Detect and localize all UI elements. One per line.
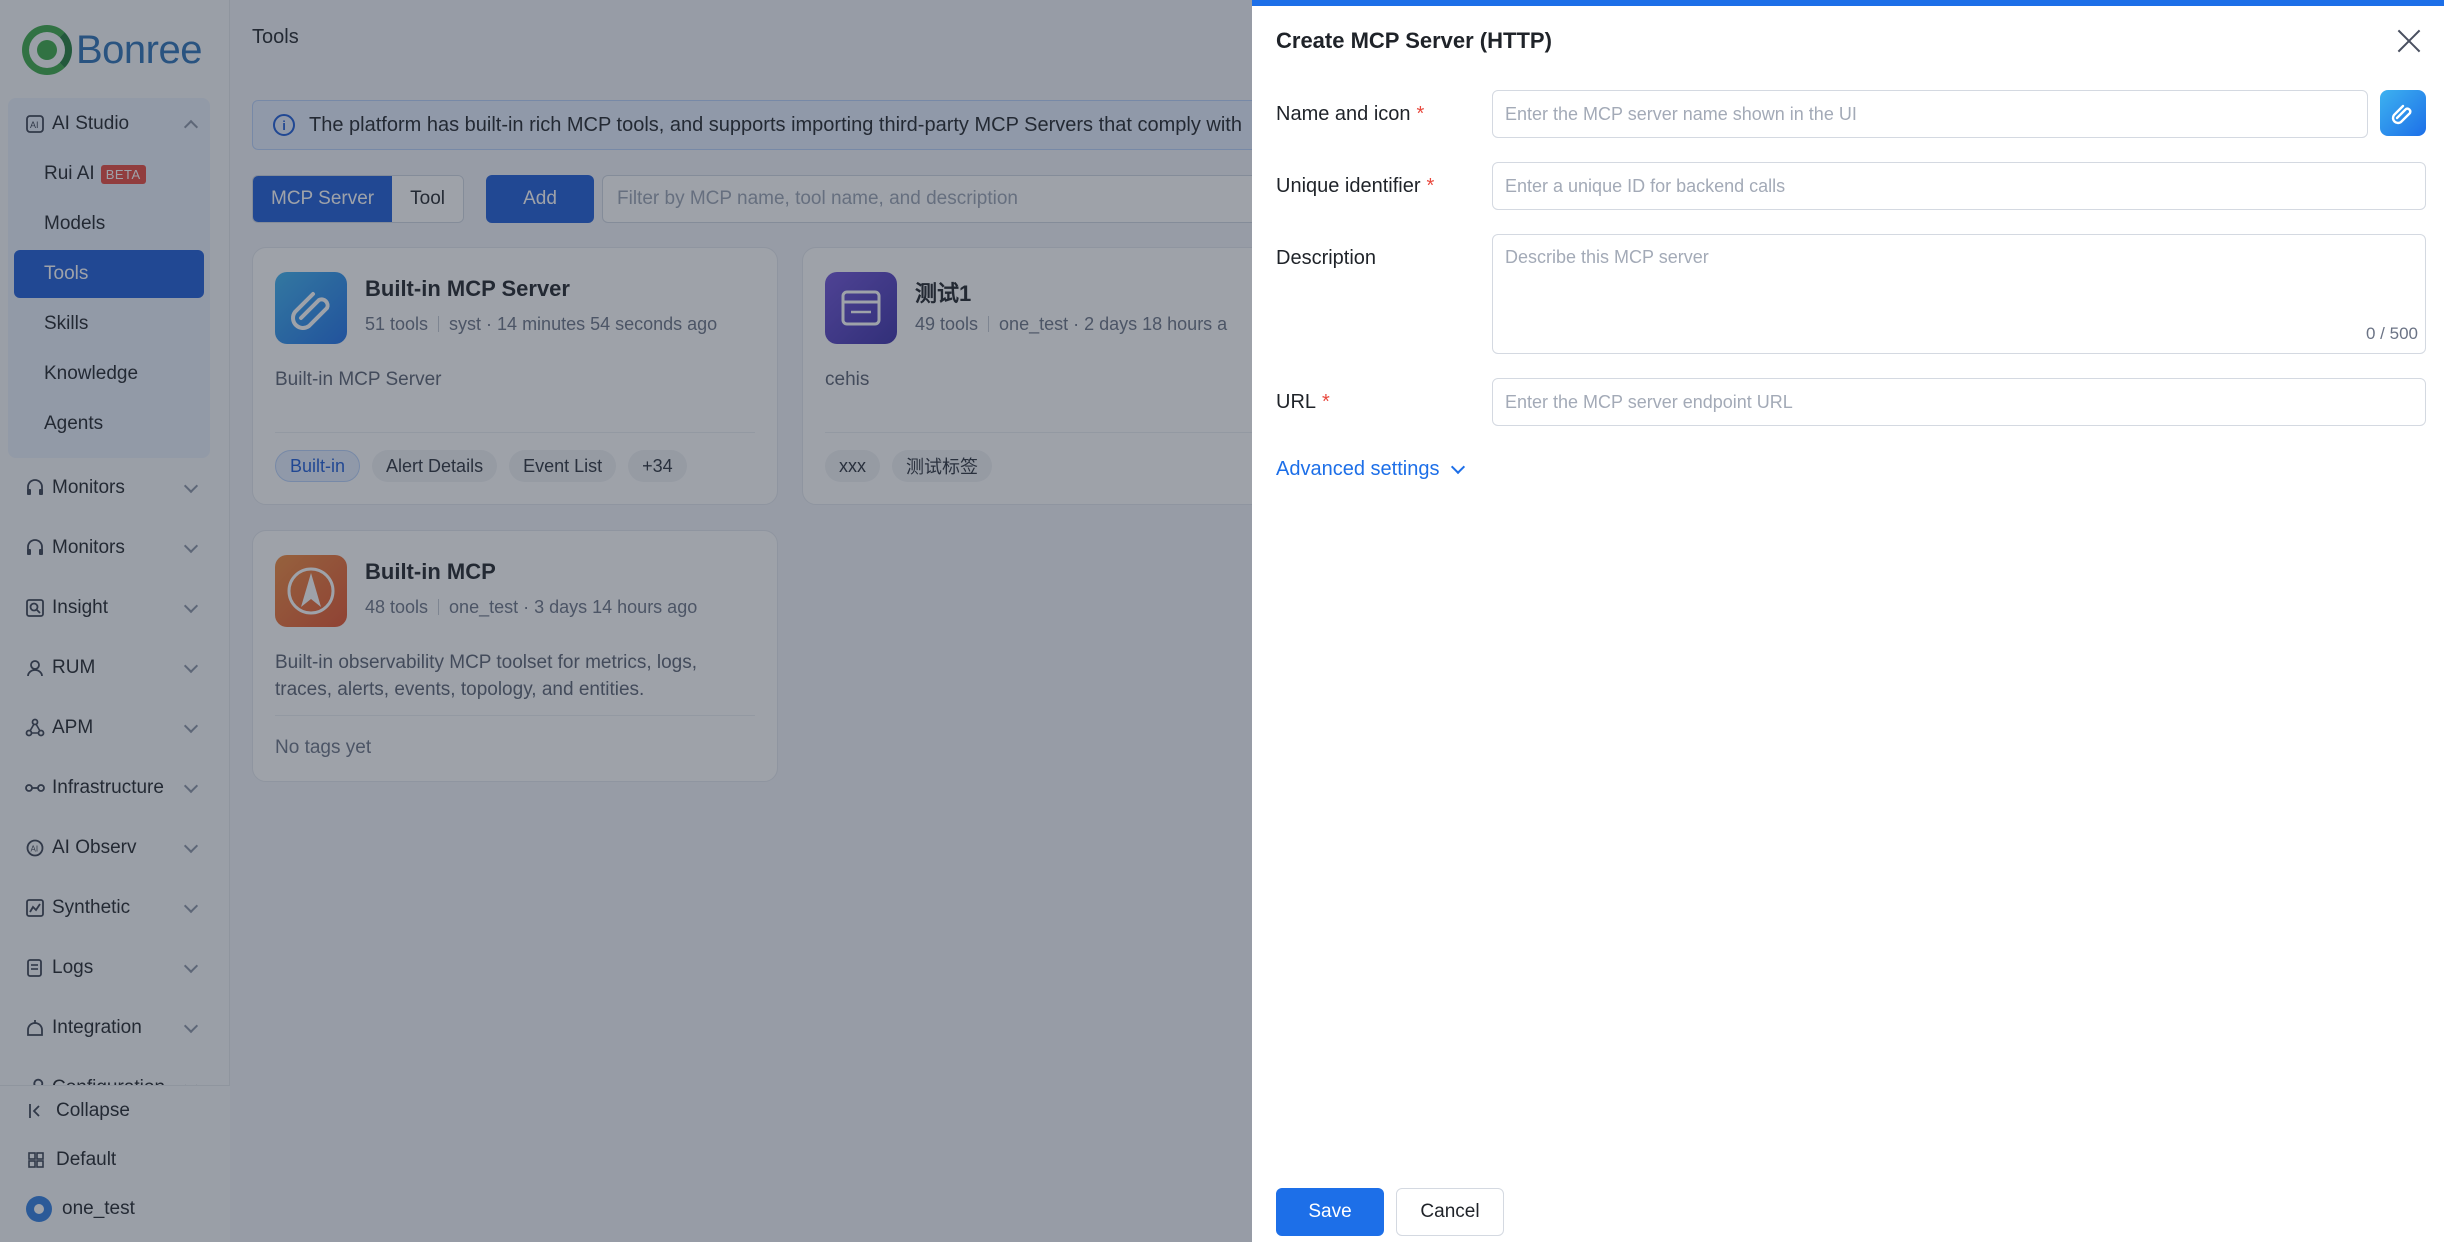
icon-picker-button[interactable] <box>2380 90 2426 136</box>
url-label: URL * <box>1276 391 1330 414</box>
url-input[interactable] <box>1492 378 2426 426</box>
modal-backdrop[interactable] <box>0 0 1252 1242</box>
label-text: Name and icon <box>1276 103 1411 125</box>
save-button[interactable]: Save <box>1276 1188 1384 1236</box>
label-text: Unique identifier <box>1276 175 1421 197</box>
advanced-settings-toggle[interactable]: Advanced settings <box>1276 458 1466 481</box>
create-mcp-drawer: Create MCP Server (HTTP) Name and icon * … <box>1252 0 2444 1242</box>
mcp-logo-icon <box>2391 104 2412 125</box>
drawer-title: Create MCP Server (HTTP) <box>1276 28 1552 53</box>
description-label: Description <box>1276 247 1377 269</box>
cancel-button[interactable]: Cancel <box>1396 1188 1504 1236</box>
description-textarea[interactable] <box>1492 234 2426 354</box>
required-mark: * <box>1416 103 1425 125</box>
id-label: Unique identifier * <box>1276 175 1434 198</box>
required-mark: * <box>1426 175 1435 197</box>
label-text: URL <box>1276 391 1317 413</box>
name-input[interactable] <box>1492 90 2368 138</box>
identifier-input[interactable] <box>1492 162 2426 210</box>
char-counter: 0 / 500 <box>2366 324 2418 343</box>
required-mark: * <box>1322 391 1330 413</box>
close-icon[interactable] <box>2396 28 2422 54</box>
chevron-down-icon <box>1451 459 1466 474</box>
advanced-label: Advanced settings <box>1276 458 1440 480</box>
name-label: Name and icon * <box>1276 103 1424 126</box>
